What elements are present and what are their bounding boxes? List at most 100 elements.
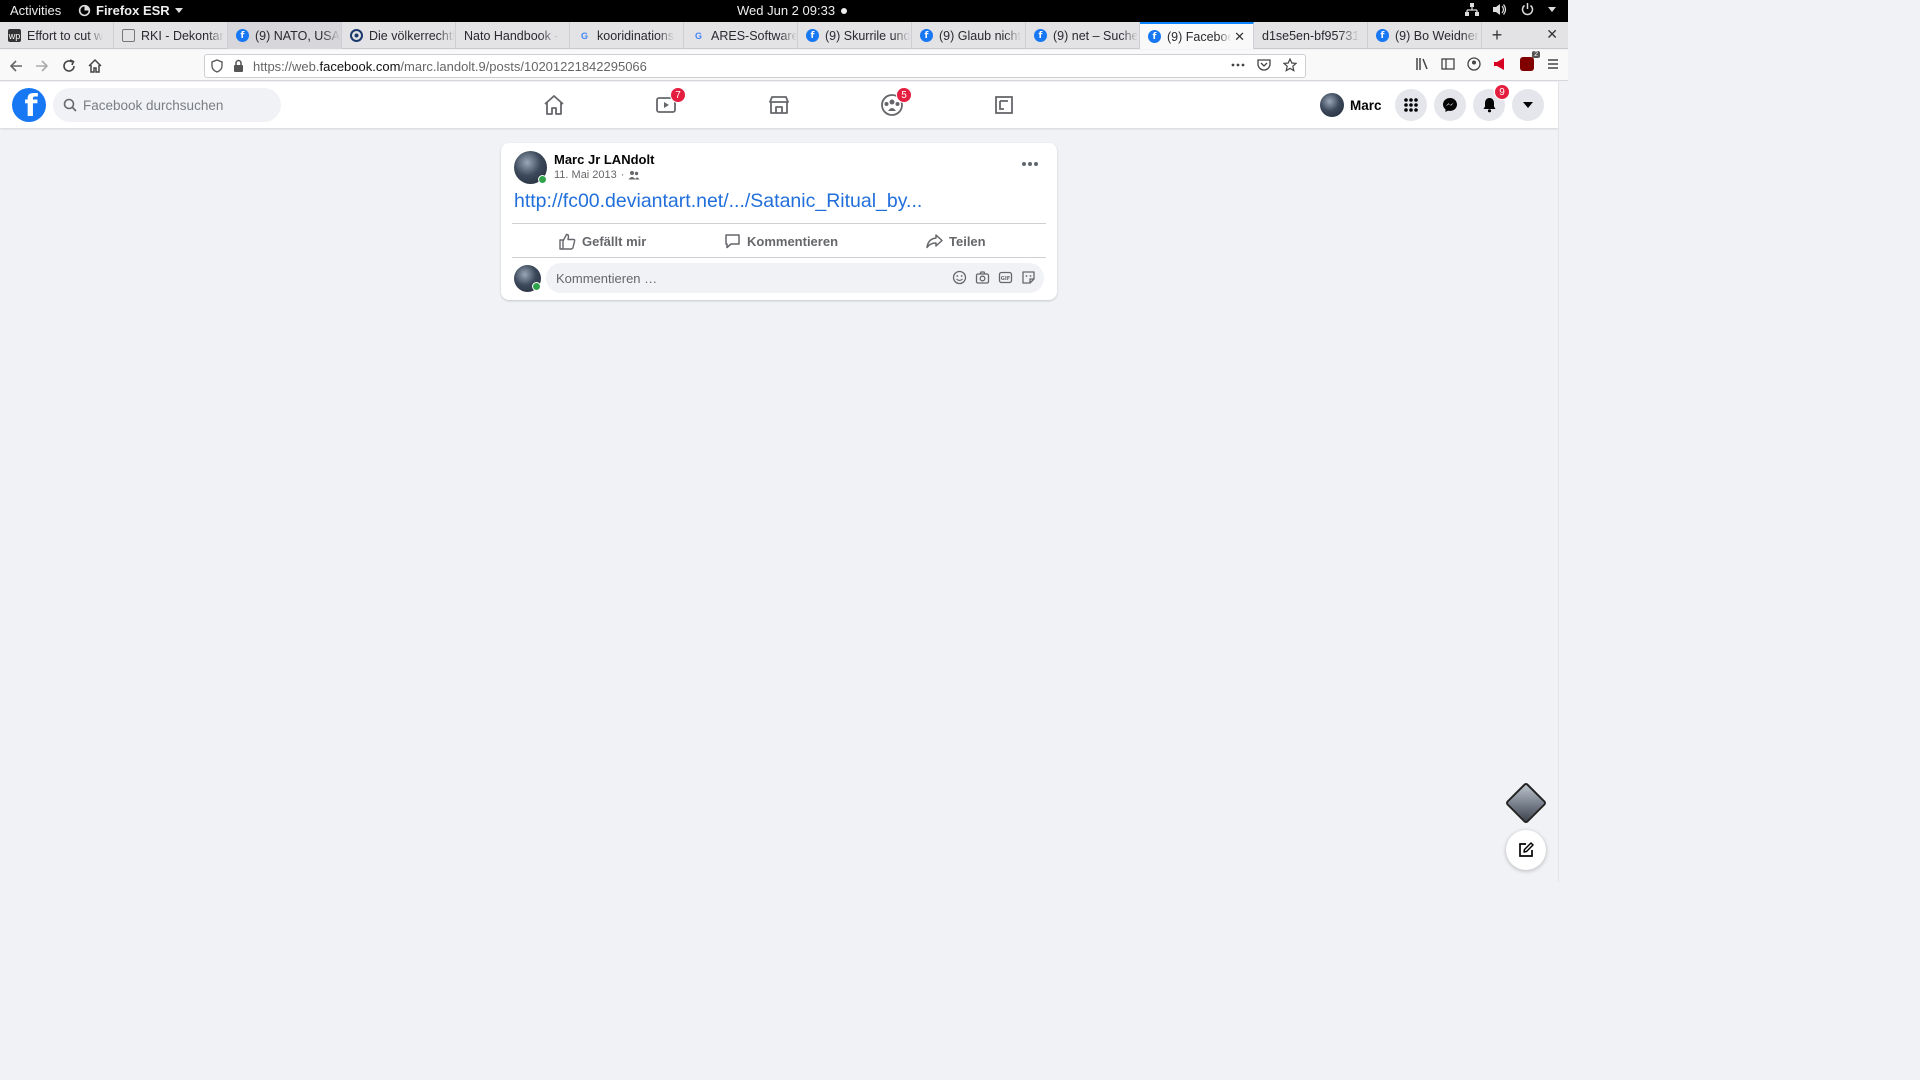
camera-icon[interactable] [975, 270, 990, 285]
home-button[interactable] [83, 54, 107, 78]
tab-label: RKI - Dekontar [141, 28, 224, 43]
facebook-logo[interactable]: f [12, 88, 46, 122]
nav-home[interactable] [498, 82, 610, 128]
nav-gaming[interactable] [948, 82, 1060, 128]
sidebar-icon[interactable] [1441, 57, 1455, 71]
share-button[interactable]: Teilen [926, 227, 986, 255]
facebook-icon: f [1034, 29, 1047, 42]
divider [512, 223, 1046, 224]
wp-icon: wp [8, 29, 21, 42]
bell-icon [1483, 98, 1495, 113]
page-scrollbar[interactable] [1558, 82, 1568, 882]
post-date[interactable]: 11. Mai 2013 [554, 169, 617, 181]
nav-toolbar: https://web.facebook.com/marc.landolt.9/… [0, 50, 1568, 81]
clock[interactable]: Wed Jun 2 09:33 [737, 3, 848, 18]
tab[interactable]: G ARES-Software [684, 22, 798, 49]
tab[interactable]: Die völkerrechtl [342, 22, 456, 49]
reload-button[interactable] [57, 54, 81, 78]
gnome-top-bar: Activities Firefox ESR Wed Jun 2 09:33 [0, 0, 1568, 22]
tab[interactable]: d1se5en-bf95731 [1254, 22, 1368, 49]
tab[interactable]: f (9) net – Suche [1026, 22, 1140, 49]
comment-icon [725, 234, 740, 249]
messenger-button[interactable] [1434, 89, 1466, 121]
window-close-icon[interactable]: ✕ [1546, 26, 1558, 43]
tab-label: (9) Skurrile und [825, 28, 911, 43]
divider [512, 257, 1046, 258]
sticker-icon[interactable] [1021, 270, 1036, 285]
tab-label: Effort to cut w [27, 28, 104, 43]
url-bar-security[interactable] [211, 59, 244, 73]
tab[interactable]: RKI - Dekontar [114, 22, 228, 49]
star-icon[interactable] [1283, 58, 1297, 72]
search-input[interactable] [83, 97, 263, 113]
online-indicator [532, 282, 541, 291]
arrow-right-icon [36, 60, 49, 72]
like-button[interactable]: Gefällt mir [559, 227, 646, 255]
tab[interactable]: f (9) Skurrile und [798, 22, 912, 49]
url-bar[interactable]: https://web.facebook.com/marc.landolt.9/… [204, 54, 1306, 78]
nav-watch[interactable]: 7 [610, 82, 722, 128]
app-menu[interactable]: Firefox ESR [78, 3, 183, 18]
toolbar-right: 2 [1415, 51, 1560, 71]
comment-tools: GIF [952, 270, 1036, 285]
new-message-button[interactable] [1506, 830, 1546, 870]
library-icon[interactable] [1415, 57, 1429, 71]
emoji-icon[interactable] [952, 270, 967, 285]
comment-input[interactable] [556, 270, 936, 286]
facebook-icon: f [236, 29, 249, 42]
post-options-button[interactable] [1017, 155, 1043, 173]
arrow-left-icon [9, 60, 22, 72]
hamburger-menu-icon[interactable] [1546, 57, 1560, 71]
profile-button[interactable]: Marc [1320, 91, 1388, 119]
chat-head-avatar[interactable] [1504, 781, 1548, 825]
notifications-button[interactable]: 9 [1473, 84, 1510, 121]
nav-marketplace[interactable] [723, 82, 835, 128]
tab[interactable]: f (9) NATO, USA [228, 22, 342, 49]
tab-close-icon[interactable]: ✕ [1234, 29, 1245, 45]
post-link[interactable]: http://fc00.deviantart.net/.../Satanic_R… [514, 190, 922, 213]
comment-box[interactable]: GIF [546, 263, 1044, 293]
search-box[interactable] [53, 88, 281, 122]
back-button[interactable] [4, 54, 28, 78]
caret-down-icon [1523, 102, 1533, 108]
activities-button[interactable]: Activities [10, 3, 61, 18]
comment-button[interactable]: Kommentieren [724, 227, 838, 255]
tab[interactable]: Gkooridinations [570, 22, 684, 49]
online-indicator [538, 175, 547, 184]
volume-icon [1493, 4, 1507, 15]
tab-label: (9) NATO, USA [255, 28, 340, 43]
more-actions-icon[interactable] [1231, 58, 1245, 72]
pocket-icon[interactable] [1257, 58, 1271, 72]
system-tray[interactable] [1465, 3, 1556, 16]
tab-label: (9) net – Suche [1053, 28, 1139, 43]
tab[interactable]: wp Effort to cut w [0, 22, 114, 49]
plus-icon: + [1491, 25, 1503, 45]
account-icon[interactable] [1467, 57, 1481, 71]
tab-active[interactable]: f (9) Facebook✕ [1140, 22, 1254, 49]
groups-badge: 5 [896, 87, 912, 103]
watch-badge: 7 [670, 87, 686, 103]
caret-down-icon [174, 7, 183, 13]
url-bar-actions [1231, 58, 1297, 72]
tab-strip: wp Effort to cut w RKI - Dekontar f (9) NA… [0, 22, 1568, 49]
svg-text:GIF: GIF [1001, 276, 1010, 282]
ublock-icon[interactable]: 2 [1520, 51, 1540, 71]
tab-label: Nato Handbook - [464, 28, 559, 43]
gif-icon[interactable]: GIF [998, 270, 1013, 285]
new-tab-button[interactable]: + [1484, 22, 1510, 49]
facebook-icon: f [920, 29, 933, 42]
megaphone-icon[interactable] [1493, 57, 1508, 71]
account-menu-button[interactable] [1512, 89, 1544, 121]
tab[interactable]: f (9) Glaub nicht [912, 22, 1026, 49]
tab[interactable]: Nato Handbook - [456, 22, 570, 49]
tab[interactable]: f (9) Bo Weidner [1368, 22, 1482, 49]
forward-button[interactable] [30, 54, 54, 78]
tab-label: (9) Bo Weidner [1395, 28, 1479, 43]
menu-button[interactable] [1395, 89, 1427, 121]
post-author[interactable]: Marc Jr LANdolt [554, 152, 654, 167]
nav-groups[interactable]: 5 [836, 82, 948, 128]
profile-name: Marc [1350, 97, 1382, 113]
reload-icon [63, 59, 75, 72]
url-prefix: https://web. [253, 59, 320, 74]
compose-icon [1519, 842, 1534, 857]
